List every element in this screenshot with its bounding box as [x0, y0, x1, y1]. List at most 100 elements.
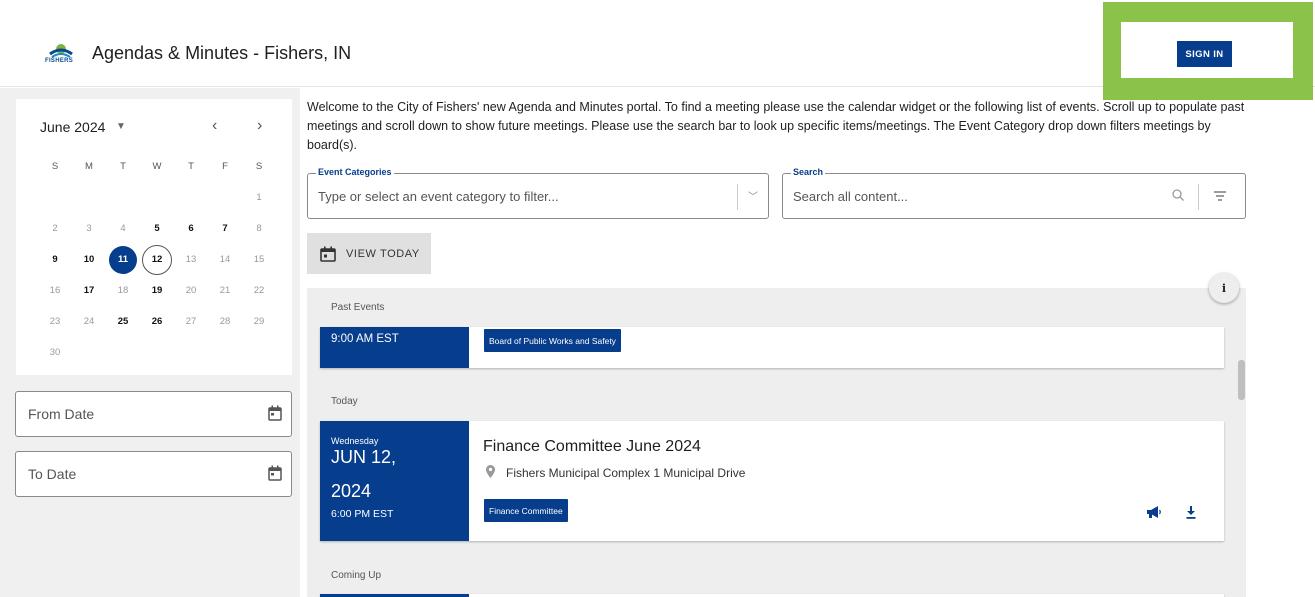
calendar-day[interactable]: 25 [106, 307, 140, 337]
calendar-empty-cell [208, 338, 242, 368]
calendar-weekday: M [85, 161, 93, 172]
calendar-week-row: 2345678 [38, 213, 278, 244]
calendar-day[interactable]: 22 [242, 276, 276, 306]
sign-in-button[interactable]: SIGN IN [1177, 41, 1232, 67]
event-date-year: 2024 [331, 481, 372, 501]
view-today-label: VIEW TODAY [346, 247, 420, 260]
location-pin-icon [486, 465, 495, 478]
calendar-day[interactable]: 13 [174, 245, 208, 275]
calendar-day[interactable]: 26 [140, 307, 174, 337]
calendar-empty-cell [174, 338, 208, 368]
event-date-column: 9:00 AM EST [320, 327, 469, 368]
calendar-day[interactable]: 23 [38, 307, 72, 337]
calendar-week-row: 23 24 25 26 27 28 29 [38, 306, 278, 337]
calendar-day[interactable]: 18 [106, 276, 140, 306]
calendar-day[interactable]: 3 [72, 214, 106, 244]
calendar-day[interactable]: 1 [242, 183, 276, 213]
past-events-label: Past Events [331, 302, 385, 313]
calendar-weekday: T [120, 161, 126, 172]
calendar-day[interactable]: 24 [72, 307, 106, 337]
calendar-empty-cell [106, 183, 140, 213]
calendar-month-label[interactable]: June 2024 [40, 119, 105, 135]
calendar-day[interactable]: 15 [242, 245, 276, 275]
calendar-day[interactable]: 2 [38, 214, 72, 244]
calendar-icon[interactable] [268, 465, 282, 481]
filter-icon[interactable] [1213, 190, 1227, 202]
event-date-column: Wednesday JUN 12, 2024 6:00 PM EST [320, 421, 469, 541]
calendar-empty-cell [140, 338, 174, 368]
past-event-card[interactable]: 9:00 AM EST Board of Public Works and Sa… [320, 327, 1224, 368]
to-date-field[interactable]: To Date [15, 451, 292, 497]
calendar-empty-cell [140, 183, 174, 213]
calendar-day[interactable]: 10 [72, 245, 106, 275]
calendar-day[interactable]: 7 [208, 214, 242, 244]
calendar-day[interactable]: 28 [208, 307, 242, 337]
calendar-empty-cell [38, 183, 72, 213]
calendar-day[interactable]: 30 [38, 338, 72, 368]
calendar-empty-cell [174, 183, 208, 213]
event-time: 9:00 AM EST [331, 333, 399, 345]
calendar-empty-cell [72, 183, 106, 213]
chevron-down-icon[interactable]: ﹀ [748, 188, 758, 203]
calendar-icon[interactable] [268, 405, 282, 421]
calendar-day[interactable]: 29 [242, 307, 276, 337]
calendar-day[interactable]: 16 [38, 276, 72, 306]
calendar-day[interactable]: 11 [106, 245, 140, 275]
calendar-weekday: W [152, 161, 162, 172]
calendar-week-row: 1 [38, 182, 278, 213]
calendar-empty-cell [242, 338, 276, 368]
month-dropdown-icon[interactable]: ▼ [116, 121, 126, 132]
calendar-weekday: T [188, 161, 194, 172]
calendar-weekday: F [222, 161, 228, 172]
event-category-tag[interactable]: Finance Committee [484, 499, 568, 522]
event-categories-legend: Event Categories [316, 167, 394, 177]
divider [1198, 184, 1199, 210]
event-date-month-day: JUN 12, [331, 447, 397, 467]
calendar-weekday: S [51, 161, 59, 172]
next-month-icon[interactable]: › [257, 117, 262, 135]
calendar-widget: June 2024 ▼ ‹ › S M T W T F S 1 2 3 4 5 6 7 8 9 10 11 12 13… [16, 99, 292, 375]
calendar-day[interactable]: 12 [140, 244, 174, 275]
event-category-select[interactable]: Event Categories Type or select an event… [307, 167, 769, 219]
megaphone-icon[interactable] [1146, 506, 1162, 519]
scrollbar-thumb[interactable] [1238, 360, 1245, 400]
event-category-input[interactable]: Type or select an event category to filt… [318, 189, 559, 204]
calendar-grid: S M T W T F S 1 2 3 4 5 6 7 8 9 10 11 12 13 14 15 16 17 18 19 20 21… [38, 151, 278, 368]
divider [737, 184, 738, 210]
info-button[interactable]: i [1209, 273, 1239, 303]
calendar-day[interactable]: 8 [242, 214, 276, 244]
calendar-day[interactable]: 14 [208, 245, 242, 275]
previous-month-icon[interactable]: ‹ [212, 117, 217, 135]
calendar-selected-marker[interactable]: 12 [142, 244, 172, 275]
from-date-field[interactable]: From Date [15, 391, 292, 437]
event-title[interactable]: Finance Committee June 2024 [483, 438, 701, 456]
calendar-day[interactable]: 19 [140, 276, 174, 306]
calendar-today-marker[interactable]: 11 [109, 245, 137, 274]
intro-text: Welcome to the City of Fishers' new Agen… [307, 100, 1245, 152]
scrollbar-track[interactable] [1237, 288, 1246, 597]
download-icon[interactable] [1186, 506, 1196, 519]
calendar-day[interactable]: 9 [38, 245, 72, 275]
calendar-day[interactable]: 21 [208, 276, 242, 306]
calendar-today-icon [320, 246, 336, 262]
search-input[interactable]: Search all content... [793, 189, 908, 204]
calendar-day[interactable]: 17 [72, 276, 106, 306]
calendar-week-row: 16 17 18 19 20 21 22 [38, 275, 278, 306]
event-category-tag[interactable]: Board of Public Works and Safety [484, 329, 621, 352]
search-field[interactable]: Search Search all content... [782, 167, 1246, 219]
calendar-empty-cell [208, 183, 242, 213]
calendar-day[interactable]: 20 [174, 276, 208, 306]
calendar-day[interactable]: 4 [106, 214, 140, 244]
calendar-day[interactable]: 27 [174, 307, 208, 337]
left-panel: June 2024 ▼ ‹ › S M T W T F S 1 2 3 4 5 6 7 8 9 10 11 12 13… [0, 88, 300, 597]
calendar-weekday: S [255, 161, 263, 172]
search-legend: Search [791, 167, 826, 177]
calendar-day[interactable]: 5 [140, 214, 174, 244]
today-event-card[interactable]: Wednesday JUN 12, 2024 6:00 PM EST Finan… [320, 421, 1224, 541]
calendar-empty-cell [72, 338, 106, 368]
calendar-day[interactable]: 6 [174, 214, 208, 244]
calendar-empty-cell [106, 338, 140, 368]
coming-up-label: Coming Up [331, 570, 382, 581]
view-today-button[interactable]: VIEW TODAY [307, 233, 431, 274]
search-icon[interactable] [1171, 188, 1185, 202]
